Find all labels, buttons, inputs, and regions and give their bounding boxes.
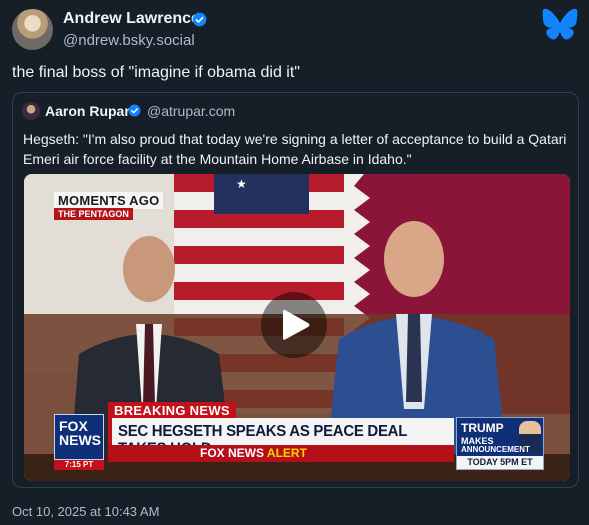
fox-news-logo: FOX NEWS	[54, 414, 104, 460]
announcement-promo: TRUMP MAKES ANNOUNCEMENT TODAY 5PM ET	[456, 417, 544, 470]
moments-ago-label: MOMENTS AGO	[54, 192, 164, 209]
quoted-author-display-name[interactable]: Aaron Rupar	[45, 103, 130, 119]
verified-badge-icon	[128, 104, 141, 117]
post-timestamp[interactable]: Oct 10, 2025 at 10:43 AM	[12, 504, 159, 519]
post-text: the final boss of "imagine if obama did …	[12, 64, 300, 81]
svg-text:★: ★	[236, 177, 247, 191]
post: Andrew Lawrence @ndrew.bsky.social the f…	[0, 0, 589, 525]
quoted-post-text: Hegseth: "I'm also proud that today we'r…	[23, 131, 567, 167]
play-icon	[283, 309, 310, 340]
news-word: NEWS	[189, 403, 230, 418]
logo-line-2: NEWS	[59, 432, 101, 448]
alert-bar: FOX NEWS ALERT	[108, 445, 454, 462]
bluesky-butterfly-icon[interactable]	[542, 8, 578, 40]
quoted-post[interactable]: Aaron Rupar @atrupar.com Hegseth: "I'm a…	[12, 92, 579, 488]
video-player[interactable]: ★ MOMENTS AGO THE PENTAGON BREAKING NEWS…	[24, 174, 570, 481]
breaking-news-label: BREAKING NEWS	[108, 402, 236, 419]
promo-time: TODAY 5PM ET	[457, 456, 543, 469]
alert-label: FOX NEWS ALERT	[200, 446, 307, 460]
quoted-author-handle[interactable]: @atrupar.com	[147, 103, 235, 119]
headline-bar: SEC HEGSETH SPEAKS AS PEACE DEAL TAKES H…	[108, 418, 454, 458]
quoted-author-avatar[interactable]	[22, 102, 40, 120]
author-avatar[interactable]	[12, 9, 53, 50]
promo-name: TRUMP	[461, 421, 504, 435]
play-button[interactable]	[261, 292, 327, 358]
location-label: THE PENTAGON	[54, 208, 133, 220]
alert-brand: FOX NEWS	[200, 446, 265, 460]
author-handle[interactable]: @ndrew.bsky.social	[63, 32, 195, 49]
verified-badge-icon	[192, 12, 207, 27]
alert-word: ALERT	[266, 446, 307, 460]
broadcast-time: 7:15 PT	[54, 460, 104, 470]
breaking-word: BREAKING	[114, 403, 186, 418]
author-display-name[interactable]: Andrew Lawrence	[63, 10, 200, 28]
promo-line-2: ANNOUNCEMENT	[461, 445, 530, 454]
